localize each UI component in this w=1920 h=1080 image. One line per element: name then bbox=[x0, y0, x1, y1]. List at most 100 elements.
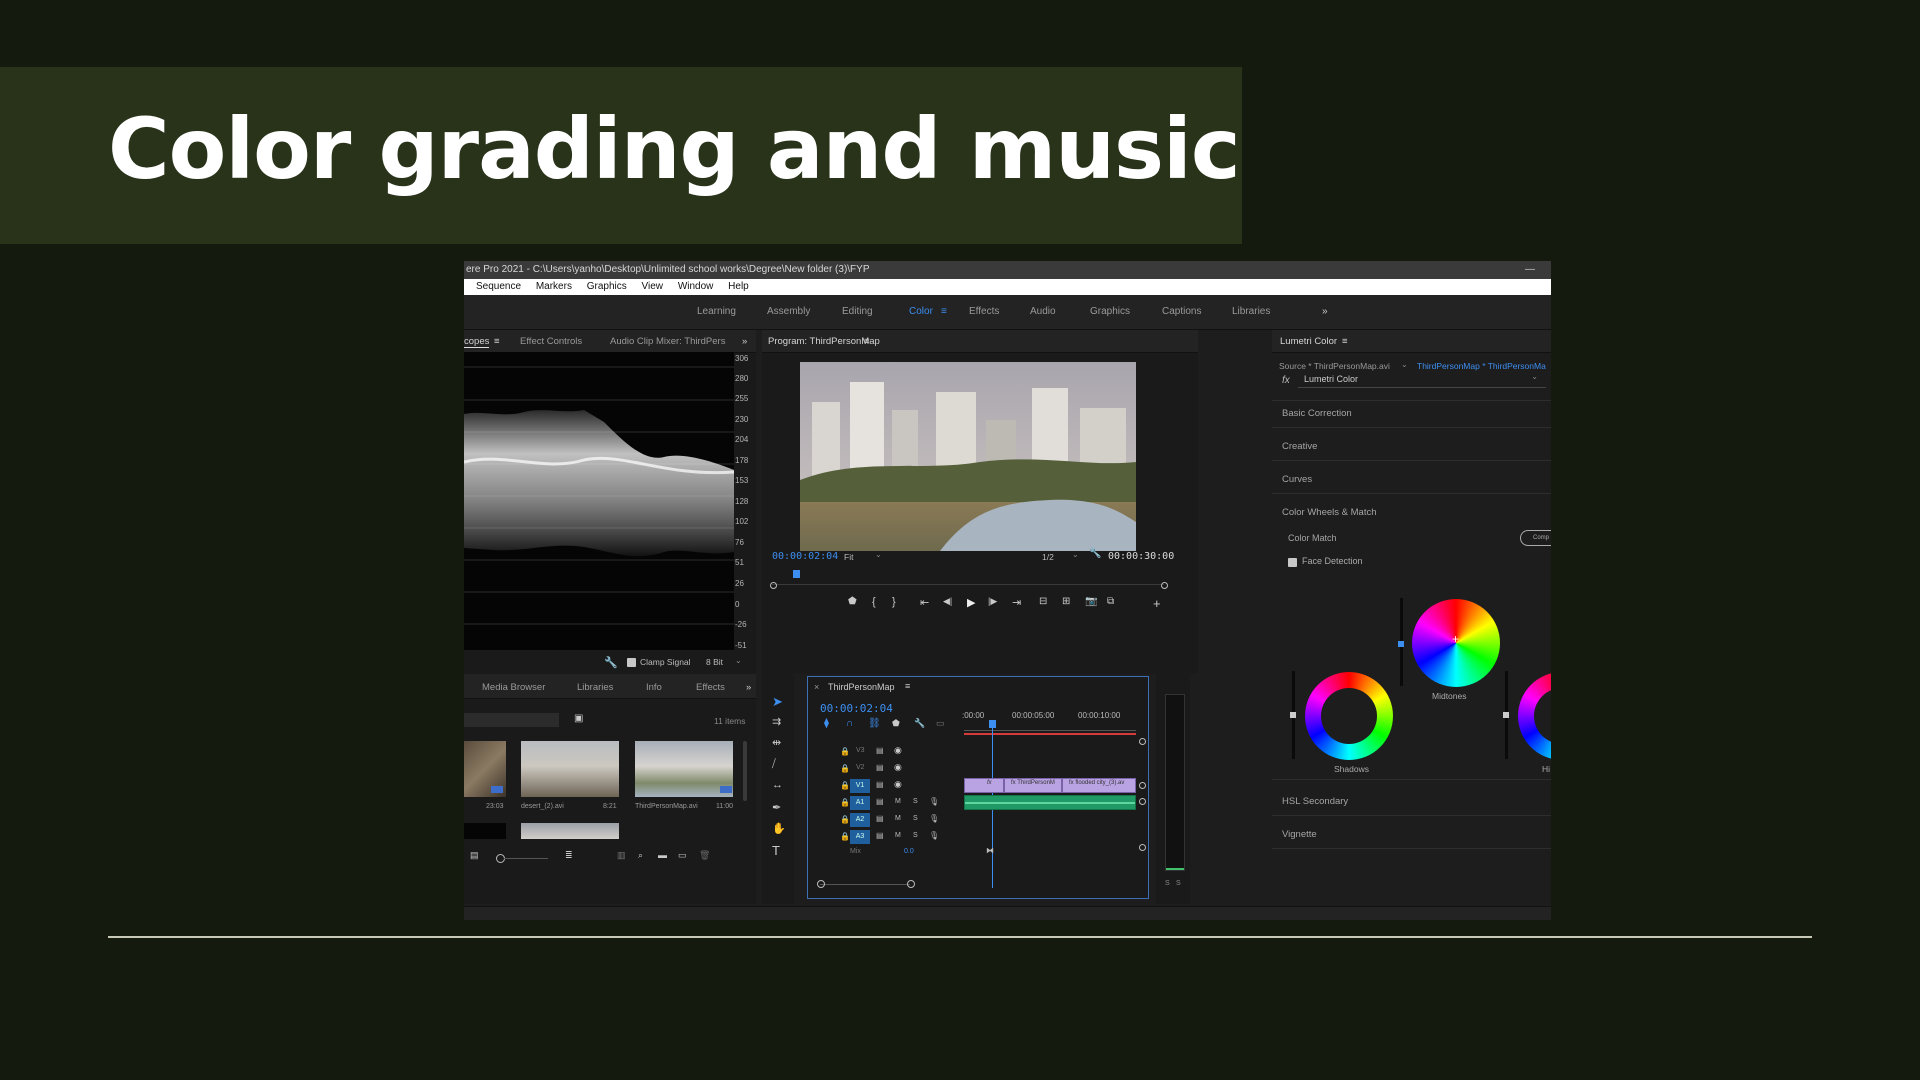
lock-icon[interactable]: 🔒 bbox=[840, 781, 850, 790]
mix-value[interactable]: 0.0 bbox=[904, 848, 914, 855]
zoom-handle[interactable] bbox=[1161, 582, 1168, 589]
zoom-handle[interactable] bbox=[770, 582, 777, 589]
film-icon[interactable]: ▤ bbox=[876, 797, 884, 806]
lock-icon[interactable]: 🔒 bbox=[840, 798, 850, 807]
track-label[interactable]: V1 bbox=[850, 779, 870, 793]
eye-icon[interactable]: ◉ bbox=[894, 745, 902, 756]
compare-view-icon[interactable]: ⧉ bbox=[1107, 596, 1114, 607]
mark-in-icon[interactable]: { bbox=[872, 596, 876, 608]
solo-button[interactable]: S bbox=[913, 798, 918, 805]
mute-button[interactable]: M bbox=[895, 815, 901, 822]
list-view-icon[interactable]: ▤ bbox=[470, 850, 479, 861]
add-marker-icon[interactable]: ⬟ bbox=[848, 596, 857, 607]
track-label[interactable]: A3 bbox=[850, 830, 870, 844]
end-marker-icon[interactable]: ⧓ bbox=[986, 846, 994, 855]
timeline-zoom-handle[interactable] bbox=[817, 880, 825, 888]
section-vignette[interactable]: Vignette bbox=[1282, 829, 1317, 840]
shadows-slider-thumb[interactable] bbox=[1290, 712, 1296, 718]
lumetri-menu-icon[interactable]: ≡ bbox=[1342, 336, 1348, 347]
play-icon[interactable]: ▶ bbox=[967, 596, 975, 609]
menu-sequence[interactable]: Sequence bbox=[476, 279, 521, 295]
video-clip[interactable]: fx flooded city_(3).av bbox=[1062, 778, 1136, 793]
automate-icon[interactable]: ▥ bbox=[617, 850, 626, 861]
wrench-icon[interactable]: 🔧 bbox=[1089, 548, 1101, 559]
more-panels-icon[interactable]: » bbox=[746, 682, 751, 693]
find-icon[interactable]: ⌕ bbox=[638, 850, 643, 861]
wrench-icon[interactable]: 🔧 bbox=[604, 656, 618, 669]
program-playhead[interactable] bbox=[793, 570, 800, 578]
snap-icon[interactable]: ∩ bbox=[846, 718, 853, 729]
section-creative[interactable]: Creative bbox=[1282, 441, 1317, 452]
audio-clip[interactable] bbox=[964, 795, 1136, 810]
workspace-graphics[interactable]: Graphics bbox=[1090, 306, 1130, 317]
mark-out-icon[interactable]: } bbox=[892, 596, 896, 608]
mute-button[interactable]: M bbox=[895, 798, 901, 805]
timeline-timecode[interactable]: 00:00:02:04 bbox=[820, 702, 893, 715]
clip-thumbnail[interactable] bbox=[521, 823, 619, 839]
microphone-icon[interactable]: 🎙 bbox=[929, 814, 939, 823]
zoom-slider-track[interactable] bbox=[504, 858, 548, 859]
effect-dropdown[interactable]: Lumetri Color ⌄ bbox=[1298, 372, 1546, 388]
type-tool-icon[interactable]: T bbox=[772, 843, 780, 858]
wrench-icon[interactable]: 🔧 bbox=[914, 718, 925, 729]
lumetri-sequence-link[interactable]: ThirdPersonMap * ThirdPersonMa bbox=[1417, 361, 1546, 371]
workspace-color[interactable]: Color bbox=[909, 306, 933, 317]
pen-tool-icon[interactable]: ✒ bbox=[772, 801, 781, 814]
highlights-color-wheel[interactable] bbox=[1518, 672, 1551, 760]
video-clip[interactable]: fx ThirdPersonM bbox=[1004, 778, 1062, 793]
shadows-color-wheel[interactable] bbox=[1305, 672, 1393, 760]
captions-icon[interactable]: ▭ bbox=[936, 718, 945, 729]
menu-markers[interactable]: Markers bbox=[536, 279, 572, 295]
scopes-menu-icon[interactable]: ≡ bbox=[494, 336, 500, 347]
fit-dropdown[interactable]: Fit bbox=[844, 552, 853, 562]
new-item-icon[interactable]: ▭ bbox=[678, 850, 687, 861]
film-icon[interactable]: ▤ bbox=[876, 746, 884, 755]
tab-media-browser[interactable]: Media Browser bbox=[482, 682, 545, 693]
menu-window[interactable]: Window bbox=[678, 279, 714, 295]
lock-icon[interactable]: 🔒 bbox=[840, 764, 850, 773]
project-search-input[interactable] bbox=[464, 713, 559, 727]
step-forward-icon[interactable]: |▶ bbox=[988, 596, 997, 607]
track-label[interactable]: A2 bbox=[850, 813, 870, 827]
trash-icon[interactable]: 🗑 bbox=[699, 850, 710, 861]
program-menu-icon[interactable]: ≡ bbox=[864, 336, 870, 347]
section-basic-correction[interactable]: Basic Correction bbox=[1282, 408, 1352, 419]
clip-thumbnail[interactable] bbox=[464, 823, 506, 839]
ripple-edit-tool-icon[interactable]: ⇹ bbox=[772, 736, 781, 749]
workspace-learning[interactable]: Learning bbox=[697, 306, 736, 317]
tab-lumetri-color[interactable]: Lumetri Color bbox=[1280, 336, 1337, 347]
slip-tool-icon[interactable]: ↔ bbox=[772, 779, 783, 791]
mute-button[interactable]: M bbox=[895, 832, 901, 839]
export-frame-icon[interactable]: 📷 bbox=[1085, 596, 1097, 607]
sort-icon[interactable]: ≣ bbox=[565, 850, 573, 861]
face-detection-checkbox[interactable] bbox=[1288, 558, 1297, 567]
video-clip[interactable]: fx bbox=[964, 778, 1004, 793]
minimize-icon[interactable]: — bbox=[1525, 261, 1535, 279]
midtones-slider-thumb[interactable] bbox=[1398, 641, 1404, 647]
highlights-slider-thumb[interactable] bbox=[1503, 712, 1509, 718]
film-icon[interactable]: ▤ bbox=[876, 763, 884, 772]
extract-icon[interactable]: ⊞ bbox=[1062, 596, 1070, 607]
section-hsl-secondary[interactable]: HSL Secondary bbox=[1282, 796, 1348, 807]
timeline-zoom-handle[interactable] bbox=[907, 880, 915, 888]
program-timecode[interactable]: 00:00:02:04 bbox=[772, 551, 838, 562]
hand-tool-icon[interactable]: ✋ bbox=[772, 822, 786, 835]
more-workspaces-icon[interactable]: » bbox=[1322, 306, 1328, 317]
section-curves[interactable]: Curves bbox=[1282, 474, 1312, 485]
selection-tool-icon[interactable]: ➤ bbox=[772, 694, 783, 710]
lock-icon[interactable]: 🔒 bbox=[840, 747, 850, 756]
clamp-signal-checkbox[interactable] bbox=[627, 658, 636, 667]
film-icon[interactable]: ▤ bbox=[876, 814, 884, 823]
track-scroll-handle[interactable] bbox=[1139, 782, 1146, 789]
linked-selection-icon[interactable]: ⛓ bbox=[868, 718, 881, 729]
menu-graphics[interactable]: Graphics bbox=[587, 279, 627, 295]
workspace-libraries[interactable]: Libraries bbox=[1232, 306, 1270, 317]
film-icon[interactable]: ▤ bbox=[876, 831, 884, 840]
comparison-view-button[interactable]: Comp bbox=[1520, 530, 1551, 546]
nest-icon[interactable]: ⧫ bbox=[824, 718, 829, 729]
close-icon[interactable]: × bbox=[814, 682, 819, 692]
eye-icon[interactable]: ◉ bbox=[894, 762, 902, 773]
add-button-icon[interactable]: + bbox=[1153, 596, 1161, 611]
clip-thumbnail[interactable] bbox=[521, 741, 619, 797]
tab-audio-clip-mixer[interactable]: Audio Clip Mixer: ThirdPers bbox=[610, 336, 725, 347]
